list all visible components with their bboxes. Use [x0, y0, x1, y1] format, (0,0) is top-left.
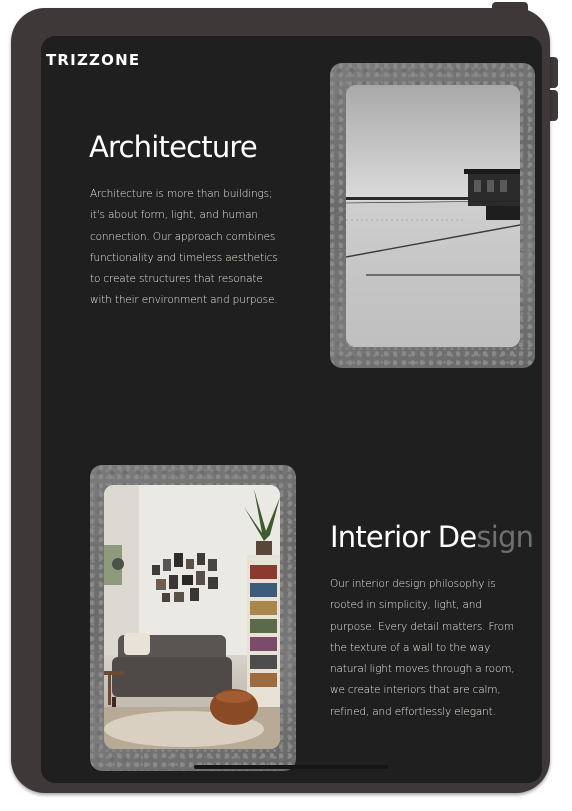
- interior-line: natural light moves through a room,: [330, 663, 515, 676]
- architecture-line: it's about form, light, and human: [90, 209, 258, 222]
- architecture-image-card: [330, 63, 535, 368]
- architecture-description: Architecture is more than buildings; it'…: [90, 184, 278, 312]
- architecture-photo: [346, 85, 520, 347]
- architecture-line: to create structures that resonate: [90, 273, 263, 286]
- architecture-title: Architecture: [89, 130, 258, 164]
- interior-line: the texture of a wall to the way: [330, 641, 491, 654]
- interior-line: we create interiors that are calm,: [330, 684, 501, 697]
- screen: TRIZZONE Architecture Architecture is mo…: [41, 36, 542, 783]
- architecture-line: connection. Our approach combines: [90, 230, 276, 243]
- interior-line: purpose. Every detail matters. From: [330, 620, 514, 633]
- interior-line: refined, and effortlessly elegant.: [330, 705, 496, 718]
- interior-line: Our interior design philosophy is: [330, 578, 496, 590]
- waterfront-building-image: [346, 85, 520, 347]
- architecture-line: Architecture is more than buildings;: [90, 188, 273, 200]
- interior-title-main: Interior De: [330, 520, 477, 554]
- interior-title-faded: sign: [476, 520, 534, 554]
- architecture-line: functionality and timeless aesthetics: [90, 251, 278, 264]
- living-room-image: [104, 485, 280, 749]
- interior-photo: [104, 485, 280, 749]
- interior-description: Our interior design philosophy is rooted…: [330, 574, 515, 723]
- brand-logo[interactable]: TRIZZONE: [46, 51, 140, 69]
- interior-image-card: [90, 465, 296, 771]
- tablet-device: TRIZZONE Architecture Architecture is mo…: [11, 8, 550, 793]
- home-indicator[interactable]: [194, 765, 388, 769]
- interior-line: rooted in simplicity, light, and: [330, 599, 482, 612]
- interior-design-title: Interior Design: [330, 520, 534, 554]
- architecture-line: with their environment and purpose.: [90, 294, 278, 307]
